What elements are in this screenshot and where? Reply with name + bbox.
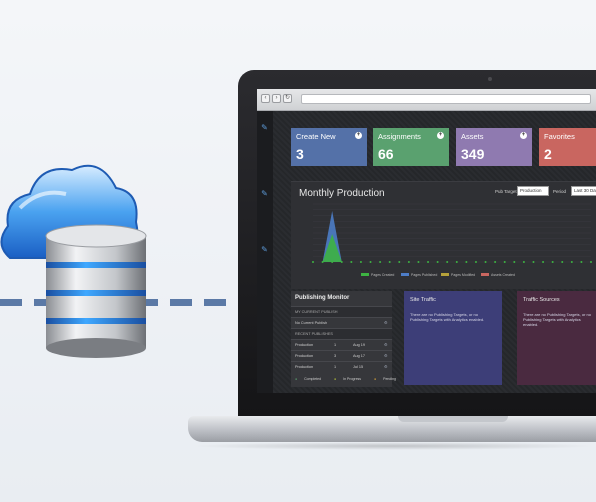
laptop-notch	[398, 416, 508, 422]
section-header: RECENT PUBLISHES	[291, 328, 392, 339]
dashboard-app: ✎ ✎ ✎ Create New + 3 Assignments + 66 As…	[257, 111, 596, 393]
chart-point	[484, 261, 487, 263]
list-item: No Current Publish ⚙	[291, 317, 392, 328]
panel-title: Traffic Sources	[523, 297, 560, 303]
chart-point	[580, 261, 583, 263]
reload-icon[interactable]: ↻	[283, 94, 292, 103]
chart-point	[503, 261, 506, 263]
chart-area-pages-published	[313, 234, 591, 262]
chart-point	[312, 261, 314, 263]
chart-point	[388, 261, 391, 263]
laptop-screen: ‹ › ↻ ✎ ✎ ✎ Create New + 3 Assignments +…	[257, 89, 596, 393]
chart-point	[407, 261, 410, 263]
status-completed: ● Completed	[295, 377, 322, 381]
settings-icon: ⚙	[384, 343, 388, 347]
chart-point	[331, 261, 334, 263]
legend-label: Assets Created	[491, 273, 515, 277]
chart-point	[551, 261, 554, 263]
plus-icon[interactable]: +	[355, 132, 362, 139]
pub-target-label: Pub Target	[495, 189, 517, 194]
legend-swatch	[441, 273, 449, 276]
chart-point	[436, 261, 439, 263]
period-label: Period	[553, 189, 567, 194]
camera-icon	[488, 77, 492, 81]
legend-swatch	[361, 273, 369, 276]
pub-target-select[interactable]: Production	[517, 186, 549, 196]
chart-point	[369, 261, 372, 263]
legend-label: Pages Created	[371, 273, 394, 277]
chart-point	[542, 261, 545, 263]
section-header: MY CURRENT PUBLISH	[291, 306, 392, 317]
chart-point	[465, 261, 468, 263]
chart-point	[532, 261, 535, 263]
traffic-sources-panel: Traffic Sources There are no Publishing …	[517, 291, 596, 385]
tile-assets[interactable]: Assets + 349	[456, 128, 532, 166]
legend-label: Pages Published	[411, 273, 437, 277]
address-bar[interactable]	[301, 94, 591, 104]
chart-point	[570, 261, 573, 263]
tile-label: Assignments	[378, 132, 421, 141]
chart-point	[446, 261, 449, 263]
plus-icon[interactable]: +	[437, 132, 444, 139]
chart-point	[590, 261, 592, 263]
chart-point	[398, 261, 401, 263]
settings-icon: ⚙	[384, 321, 388, 325]
period-select[interactable]: Last 30 Days	[571, 186, 596, 196]
plus-icon[interactable]: +	[520, 132, 527, 139]
empty-message: There are no Publishing Targets, or no P…	[523, 312, 591, 327]
tile-label: Favorites	[544, 132, 575, 141]
tile-value: 349	[461, 146, 485, 162]
browser-chrome: ‹ › ↻	[257, 89, 596, 111]
tile-assignments[interactable]: Assignments + 66	[373, 128, 449, 166]
pencil-icon[interactable]: ✎	[260, 245, 269, 254]
chart-point	[427, 261, 430, 263]
legend-swatch	[481, 273, 489, 276]
table-row[interactable]: Production 1 Aug 19 ⚙	[291, 339, 392, 350]
laptop-base	[188, 416, 596, 442]
chart-area-pages-created	[313, 210, 591, 262]
status-pending: ● Pending	[374, 377, 396, 381]
legend-label: Pages Modified	[451, 273, 475, 277]
panel-title: Site Traffic	[410, 297, 436, 303]
tile-value: 3	[296, 146, 304, 162]
chart-point	[522, 261, 525, 263]
chart-point	[513, 261, 516, 263]
publishing-monitor: Publishing Monitor MY CURRENT PUBLISH No…	[291, 291, 396, 387]
chart-point	[474, 261, 477, 263]
monthly-production-panel: Pages Created Pages Published Pages Modifi…	[291, 181, 596, 289]
chart-point	[340, 261, 343, 263]
back-icon[interactable]: ‹	[261, 94, 270, 103]
panel-title: Monthly Production	[299, 188, 385, 199]
status-legend: ● Completed ● In Progress ● Pending	[295, 377, 408, 381]
tile-label: Assets	[461, 132, 484, 141]
settings-icon: ⚙	[384, 365, 388, 369]
table-row[interactable]: Production 1 Jul 15 ⚙	[291, 361, 392, 372]
chart-point	[321, 261, 324, 263]
status-in-progress: ● In Progress	[334, 377, 362, 381]
chart-point	[379, 261, 382, 263]
sidebar: ✎ ✎ ✎	[257, 111, 273, 393]
tile-value: 66	[378, 146, 394, 162]
chart-point	[455, 261, 458, 263]
tile-value: 2	[544, 146, 552, 162]
panel-title: Publishing Monitor	[295, 295, 350, 301]
chart-point	[417, 261, 420, 263]
chart-point	[359, 261, 362, 263]
site-traffic-panel: Site Traffic There are no Publishing Tar…	[404, 291, 502, 385]
database-icon	[45, 224, 147, 358]
chart-point	[350, 261, 353, 263]
pencil-icon[interactable]: ✎	[260, 123, 269, 132]
empty-message: There are no Publishing Targets, or no P…	[410, 312, 485, 322]
tile-favorites[interactable]: Favorites 2	[539, 128, 596, 166]
table-row[interactable]: Production 3 Aug 17 ⚙	[291, 350, 392, 361]
chart-point	[561, 261, 564, 263]
chart-point	[494, 261, 497, 263]
forward-icon[interactable]: ›	[272, 94, 281, 103]
tile-create-new[interactable]: Create New + 3	[291, 128, 367, 166]
pencil-icon[interactable]: ✎	[260, 189, 269, 198]
legend-swatch	[401, 273, 409, 276]
laptop-shadow	[190, 442, 596, 450]
settings-icon: ⚙	[384, 354, 388, 358]
tile-label: Create New	[296, 132, 336, 141]
